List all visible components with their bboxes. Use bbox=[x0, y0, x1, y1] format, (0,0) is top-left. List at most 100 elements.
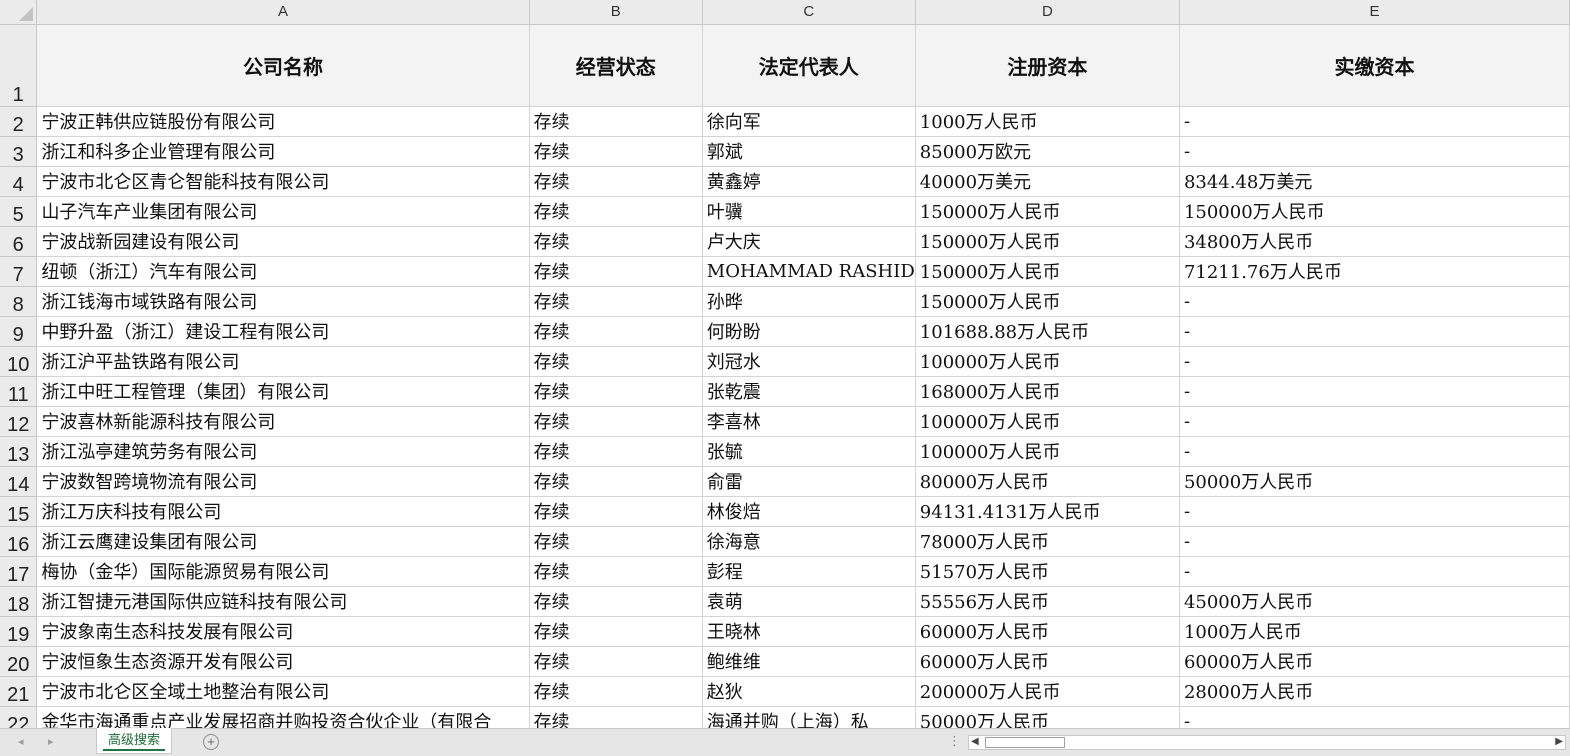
legal-rep-cell[interactable]: MOHAMMAD RASHID bbox=[702, 256, 916, 287]
company-name-cell[interactable]: 宁波数智跨境物流有限公司 bbox=[36, 466, 530, 497]
registered-capital-cell[interactable]: 51570万人民币 bbox=[915, 556, 1180, 587]
select-all-corner[interactable] bbox=[0, 0, 38, 25]
sheet-tab-advanced-search[interactable]: 高级搜索 bbox=[96, 728, 172, 754]
row-header[interactable]: 13 bbox=[0, 436, 38, 467]
company-name-cell[interactable]: 宁波恒象生态资源开发有限公司 bbox=[36, 646, 530, 677]
registered-capital-cell[interactable]: 150000万人民币 bbox=[915, 196, 1180, 227]
company-name-cell[interactable]: 宁波市北仑区全域土地整治有限公司 bbox=[36, 676, 530, 707]
paid-capital-cell[interactable]: - bbox=[1179, 556, 1570, 587]
horizontal-scrollbar[interactable]: ◀ ▶ bbox=[968, 735, 1566, 750]
paid-capital-cell[interactable]: 50000万人民币 bbox=[1179, 466, 1570, 497]
registered-capital-cell[interactable]: 100000万人民币 bbox=[915, 406, 1180, 437]
legal-rep-cell[interactable]: 徐海意 bbox=[702, 526, 916, 557]
paid-capital-cell[interactable]: - bbox=[1179, 136, 1570, 167]
company-name-cell[interactable]: 浙江万庆科技有限公司 bbox=[36, 496, 530, 527]
registered-capital-cell[interactable]: 100000万人民币 bbox=[915, 436, 1180, 467]
row-header[interactable]: 8 bbox=[0, 286, 38, 317]
row-header[interactable]: 2 bbox=[0, 106, 38, 137]
company-name-cell[interactable]: 金华市海通重点产业发展招商并购投资合伙企业（有限合 bbox=[36, 706, 530, 728]
paid-capital-cell[interactable]: - bbox=[1179, 496, 1570, 527]
paid-capital-cell[interactable]: 28000万人民币 bbox=[1179, 676, 1570, 707]
company-name-cell[interactable]: 宁波正韩供应链股份有限公司 bbox=[36, 106, 530, 137]
paid-capital-cell[interactable]: 1000万人民币 bbox=[1179, 616, 1570, 647]
status-cell[interactable]: 存续 bbox=[529, 316, 703, 347]
legal-rep-cell[interactable]: 李喜林 bbox=[702, 406, 916, 437]
paid-capital-cell[interactable]: 45000万人民币 bbox=[1179, 586, 1570, 617]
paid-capital-cell[interactable]: - bbox=[1179, 376, 1570, 407]
legal-rep-cell[interactable]: 张乾震 bbox=[702, 376, 916, 407]
status-cell[interactable]: 存续 bbox=[529, 346, 703, 377]
legal-rep-cell[interactable]: 鲍维维 bbox=[702, 646, 916, 677]
company-name-cell[interactable]: 宁波战新园建设有限公司 bbox=[36, 226, 530, 257]
legal-rep-cell[interactable]: 何盼盼 bbox=[702, 316, 916, 347]
legal-rep-cell[interactable]: 俞雷 bbox=[702, 466, 916, 497]
paid-capital-cell[interactable]: - bbox=[1179, 346, 1570, 377]
status-cell[interactable]: 存续 bbox=[529, 646, 703, 677]
registered-capital-cell[interactable]: 55556万人民币 bbox=[915, 586, 1180, 617]
status-cell[interactable]: 存续 bbox=[529, 466, 703, 497]
registered-capital-cell[interactable]: 40000万美元 bbox=[915, 166, 1180, 197]
paid-capital-cell[interactable]: - bbox=[1179, 706, 1570, 728]
legal-rep-cell[interactable]: 孙晔 bbox=[702, 286, 916, 317]
company-name-cell[interactable]: 宁波市北仑区青仑智能科技有限公司 bbox=[36, 166, 530, 197]
triangle-right-icon[interactable]: ▶ bbox=[1555, 736, 1563, 747]
legal-rep-cell[interactable]: 叶骥 bbox=[702, 196, 916, 227]
chevron-left-icon[interactable]: ◂ bbox=[18, 735, 24, 748]
registered-capital-cell[interactable]: 200000万人民币 bbox=[915, 676, 1180, 707]
chevron-right-icon[interactable]: ▸ bbox=[48, 735, 54, 748]
row-header[interactable]: 7 bbox=[0, 256, 38, 287]
registered-capital-cell[interactable]: 150000万人民币 bbox=[915, 226, 1180, 257]
paid-capital-cell[interactable]: - bbox=[1179, 406, 1570, 437]
registered-capital-cell[interactable]: 94131.4131万人民币 bbox=[915, 496, 1180, 527]
row-header[interactable]: 22 bbox=[0, 706, 38, 728]
company-name-cell[interactable]: 浙江沪平盐铁路有限公司 bbox=[36, 346, 530, 377]
paid-capital-cell[interactable]: - bbox=[1179, 316, 1570, 347]
column-header-d[interactable]: D bbox=[915, 0, 1180, 25]
registered-capital-cell[interactable]: 60000万人民币 bbox=[915, 646, 1180, 677]
registered-capital-cell[interactable]: 78000万人民币 bbox=[915, 526, 1180, 557]
status-cell[interactable]: 存续 bbox=[529, 226, 703, 257]
paid-capital-cell[interactable]: 8344.48万美元 bbox=[1179, 166, 1570, 197]
header-cell-registered-capital[interactable]: 注册资本 bbox=[915, 24, 1180, 107]
column-header-a[interactable]: A bbox=[36, 0, 530, 25]
company-name-cell[interactable]: 浙江中旺工程管理（集团）有限公司 bbox=[36, 376, 530, 407]
legal-rep-cell[interactable]: 张毓 bbox=[702, 436, 916, 467]
status-cell[interactable]: 存续 bbox=[529, 196, 703, 227]
status-cell[interactable]: 存续 bbox=[529, 586, 703, 617]
legal-rep-cell[interactable]: 赵狄 bbox=[702, 676, 916, 707]
legal-rep-cell[interactable]: 林俊焙 bbox=[702, 496, 916, 527]
row-header[interactable]: 14 bbox=[0, 466, 38, 497]
company-name-cell[interactable]: 浙江和科多企业管理有限公司 bbox=[36, 136, 530, 167]
header-cell-legal-rep[interactable]: 法定代表人 bbox=[702, 24, 916, 107]
company-name-cell[interactable]: 宁波象南生态科技发展有限公司 bbox=[36, 616, 530, 647]
row-header[interactable]: 18 bbox=[0, 586, 38, 617]
company-name-cell[interactable]: 浙江泓亭建筑劳务有限公司 bbox=[36, 436, 530, 467]
plus-circle-icon[interactable]: + bbox=[203, 734, 219, 750]
status-cell[interactable]: 存续 bbox=[529, 616, 703, 647]
company-name-cell[interactable]: 宁波喜林新能源科技有限公司 bbox=[36, 406, 530, 437]
legal-rep-cell[interactable]: 郭斌 bbox=[702, 136, 916, 167]
company-name-cell[interactable]: 山子汽车产业集团有限公司 bbox=[36, 196, 530, 227]
status-cell[interactable]: 存续 bbox=[529, 376, 703, 407]
triangle-left-icon[interactable]: ◀ bbox=[971, 736, 979, 747]
registered-capital-cell[interactable]: 50000万人民币 bbox=[915, 706, 1180, 728]
column-header-c[interactable]: C bbox=[702, 0, 916, 25]
row-header[interactable]: 4 bbox=[0, 166, 38, 197]
status-cell[interactable]: 存续 bbox=[529, 256, 703, 287]
row-header[interactable]: 10 bbox=[0, 346, 38, 377]
legal-rep-cell[interactable]: 刘冠水 bbox=[702, 346, 916, 377]
row-header[interactable]: 9 bbox=[0, 316, 38, 347]
legal-rep-cell[interactable]: 彭程 bbox=[702, 556, 916, 587]
paid-capital-cell[interactable]: - bbox=[1179, 526, 1570, 557]
cell-table[interactable]: A B C D E 1 公司名称 经营状态 法定代表人 注册资本 实缴资本 2宁… bbox=[0, 0, 1570, 728]
registered-capital-cell[interactable]: 101688.88万人民币 bbox=[915, 316, 1180, 347]
paid-capital-cell[interactable]: - bbox=[1179, 106, 1570, 137]
registered-capital-cell[interactable]: 100000万人民币 bbox=[915, 346, 1180, 377]
legal-rep-cell[interactable]: 黄鑫婷 bbox=[702, 166, 916, 197]
status-cell[interactable]: 存续 bbox=[529, 436, 703, 467]
row-header[interactable]: 3 bbox=[0, 136, 38, 167]
status-cell[interactable]: 存续 bbox=[529, 136, 703, 167]
status-cell[interactable]: 存续 bbox=[529, 706, 703, 728]
company-name-cell[interactable]: 中野升盈（浙江）建设工程有限公司 bbox=[36, 316, 530, 347]
paid-capital-cell[interactable]: - bbox=[1179, 286, 1570, 317]
